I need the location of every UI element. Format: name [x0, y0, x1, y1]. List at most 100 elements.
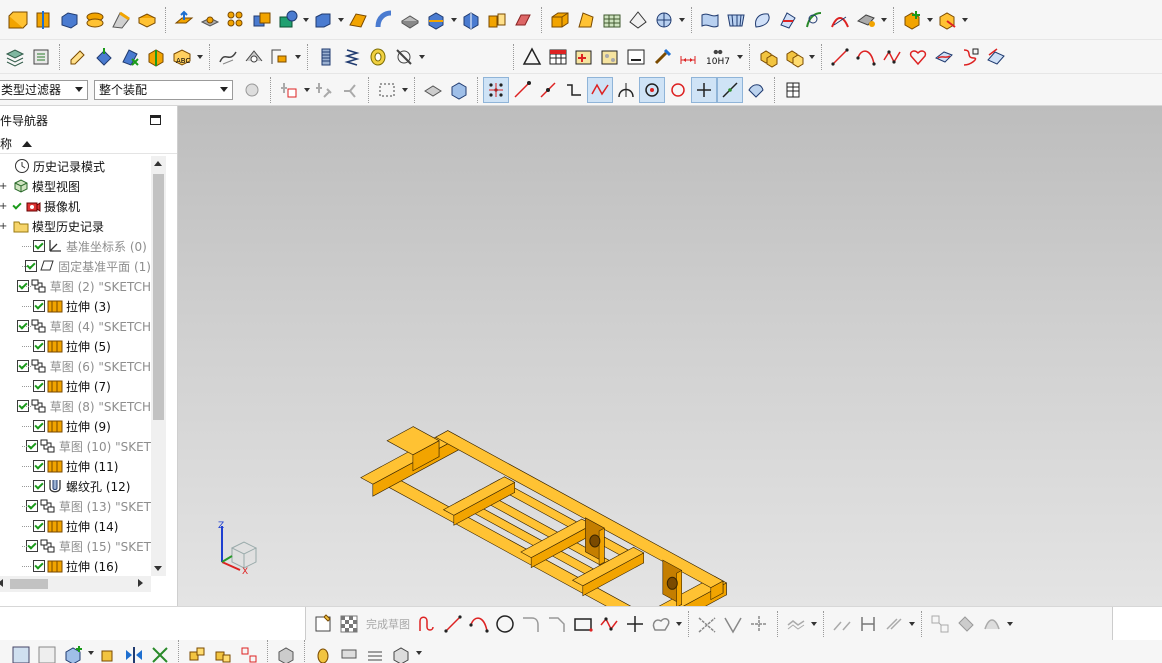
move-object-icon[interactable]	[91, 44, 117, 70]
vertical-scrollbar[interactable]	[151, 156, 166, 576]
brush-icon[interactable]	[649, 44, 675, 70]
tree-row[interactable]: 草图 (4) "SKETCH	[0, 316, 151, 336]
point-on-curve-snap-icon[interactable]	[691, 76, 717, 103]
dimension-icon[interactable]	[675, 44, 701, 70]
mirror-assembly-icon[interactable]	[121, 642, 147, 663]
extrude-icon[interactable]	[4, 7, 30, 33]
create-note-icon[interactable]: ABC	[169, 44, 195, 70]
sketch-arc-icon[interactable]	[466, 611, 492, 637]
wave-geometry-icon[interactable]	[34, 642, 60, 663]
sort-ascending-icon[interactable]	[22, 140, 33, 147]
studio-surface-icon[interactable]	[697, 7, 723, 33]
visibility-checkbox[interactable]	[25, 500, 38, 512]
dropdown-icon[interactable]	[907, 611, 916, 637]
scrollbar-thumb[interactable]	[153, 174, 164, 420]
sequence-icon[interactable]	[236, 642, 262, 663]
geometric-constraint-icon[interactable]	[881, 611, 907, 637]
select-curve-icon[interactable]	[311, 77, 337, 103]
sketch-ellipse-icon[interactable]	[648, 611, 674, 637]
unite-icon[interactable]	[249, 7, 275, 33]
select-chain-icon[interactable]	[337, 77, 363, 103]
spring-icon[interactable]	[339, 44, 365, 70]
quick-trim-icon[interactable]	[694, 611, 720, 637]
midpoint-snap-icon[interactable]	[535, 77, 561, 103]
visibility-checkbox[interactable]	[33, 420, 45, 432]
mesh-surface-icon[interactable]	[599, 7, 625, 33]
tree-row[interactable]: 拉伸 (14)	[0, 516, 151, 536]
finish-sketch-icon[interactable]	[336, 611, 362, 637]
dropdown-icon[interactable]	[301, 7, 310, 33]
scrollbar-thumb[interactable]	[10, 579, 48, 589]
visibility-checkbox[interactable]	[33, 380, 45, 392]
layer-copy-icon[interactable]	[28, 44, 54, 70]
shell-icon[interactable]	[134, 7, 160, 33]
chamfer-icon[interactable]	[625, 7, 651, 33]
dropdown-icon[interactable]	[302, 77, 311, 103]
cylinder-icon[interactable]	[82, 7, 108, 33]
spline-icon[interactable]	[215, 44, 241, 70]
bridge-surface-icon[interactable]	[827, 7, 853, 33]
visibility-checkbox[interactable]	[33, 460, 45, 472]
sketch-rectangle-icon[interactable]	[570, 611, 596, 637]
relations-browser-icon[interactable]	[979, 611, 1005, 637]
dropdown-icon[interactable]	[674, 611, 683, 637]
datum-plane-icon[interactable]	[171, 7, 197, 33]
tree-row[interactable]: 草图 (10) "SKET	[0, 436, 151, 456]
weld-point-icon[interactable]	[336, 642, 362, 663]
dropdown-icon[interactable]	[807, 44, 816, 70]
dropdown-icon[interactable]	[414, 640, 423, 663]
delete-face-icon[interactable]	[117, 44, 143, 70]
gear-icon[interactable]	[365, 44, 391, 70]
auto-constrain-icon[interactable]	[953, 611, 979, 637]
pattern-feature-icon[interactable]	[223, 7, 249, 33]
assembly-constraint-icon[interactable]	[934, 7, 960, 33]
offset-curve-face-icon[interactable]	[983, 44, 1009, 70]
tree-row[interactable]: 基准坐标系 (0)	[0, 236, 151, 256]
scroll-up-icon[interactable]	[154, 161, 162, 166]
sketch-circle-icon[interactable]	[492, 611, 518, 637]
explode-view-icon[interactable]	[184, 642, 210, 663]
tree-row[interactable]: 草图 (13) "SKET	[0, 496, 151, 516]
tree-row[interactable]: 螺纹孔 (12)	[0, 476, 151, 496]
dropdown-icon[interactable]	[336, 7, 345, 33]
quadrant-snap-icon[interactable]	[665, 77, 691, 103]
tree-row[interactable]: + 模型视图	[0, 176, 151, 196]
point-on-surface-snap-icon[interactable]	[717, 76, 743, 103]
assembly-cut-icon[interactable]	[147, 642, 173, 663]
sphere-icon[interactable]	[651, 7, 677, 33]
layer-settings-icon[interactable]	[2, 44, 28, 70]
fit-tolerance-icon[interactable]: 10H7	[701, 44, 735, 70]
expand-icon[interactable]: +	[0, 201, 7, 212]
add-view-icon[interactable]	[571, 44, 597, 70]
move-component-icon[interactable]	[95, 642, 121, 663]
rectangle-select-icon[interactable]	[374, 77, 400, 103]
edge-blend-icon[interactable]	[108, 7, 134, 33]
rapid-dimension-icon[interactable]	[855, 611, 881, 637]
visibility-checkbox[interactable]	[33, 560, 45, 572]
visibility-checkbox[interactable]	[25, 440, 38, 452]
draft-icon[interactable]	[345, 7, 371, 33]
hide-icon[interactable]	[391, 44, 417, 70]
tree-row[interactable]: 拉伸 (3)	[0, 296, 151, 316]
revolve-icon[interactable]	[30, 7, 56, 33]
sketch-task-icon[interactable]	[310, 611, 336, 637]
component-array-icon[interactable]	[781, 44, 807, 70]
curve-on-surface-icon[interactable]	[957, 44, 983, 70]
tree-row[interactable]: 历史记录模式	[0, 156, 151, 176]
dropdown-icon[interactable]	[960, 7, 969, 33]
tree-row[interactable]: + 摄像机	[0, 196, 151, 216]
project-curve-icon[interactable]	[931, 44, 957, 70]
heart-curve-icon[interactable]	[905, 44, 931, 70]
dropdown-icon[interactable]	[879, 7, 888, 33]
sketch-fillet-icon[interactable]	[518, 611, 544, 637]
line-icon[interactable]	[827, 44, 853, 70]
edit-object-icon[interactable]	[65, 44, 91, 70]
dropdown-icon[interactable]	[86, 640, 95, 663]
profile-icon[interactable]	[414, 611, 440, 637]
sew-icon[interactable]	[510, 7, 536, 33]
trim-body-icon[interactable]	[275, 7, 301, 33]
select-body-icon[interactable]	[446, 77, 472, 103]
type-filter-select[interactable]: 类型过滤器	[0, 79, 88, 100]
dropdown-icon[interactable]	[400, 77, 409, 103]
tree-row[interactable]: 拉伸 (7)	[0, 376, 151, 396]
